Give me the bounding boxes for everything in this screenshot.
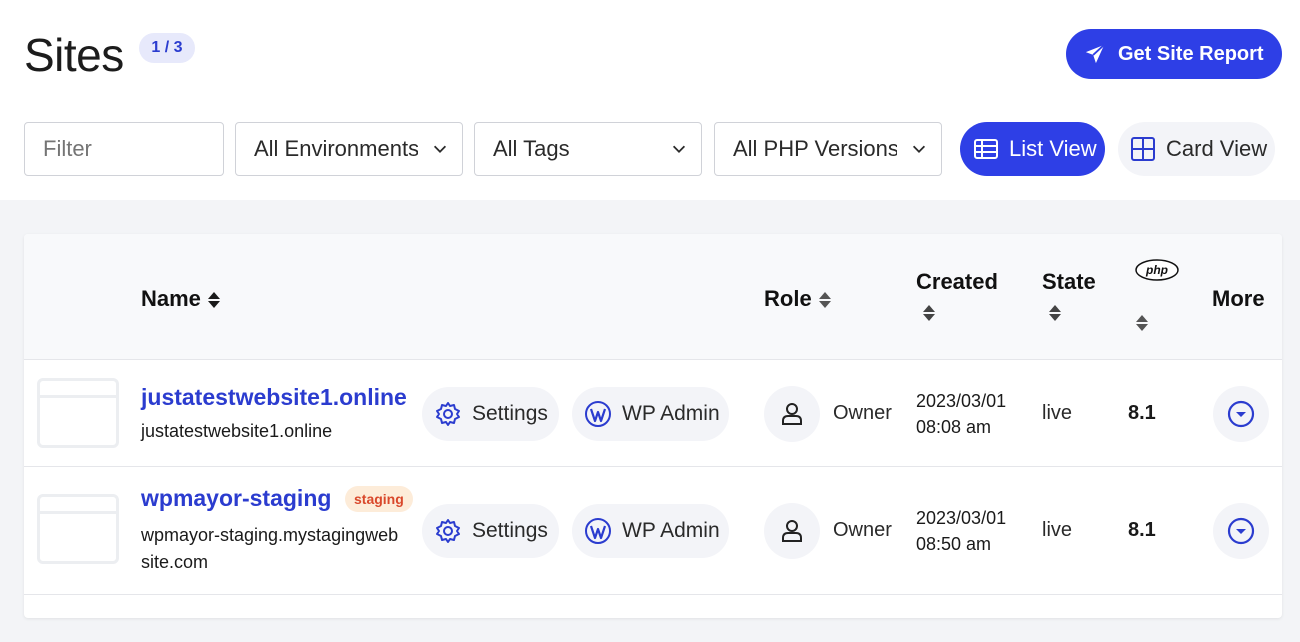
state-text: live xyxy=(1042,519,1073,541)
column-header-name[interactable]: Name xyxy=(141,286,221,312)
sort-icon xyxy=(208,292,221,309)
filter-input[interactable] xyxy=(24,122,224,176)
column-header-state[interactable]: State xyxy=(1042,269,1096,323)
php-version: 8.1 xyxy=(1128,519,1156,541)
column-state-label: State xyxy=(1042,269,1096,294)
chevron-down-circle-icon xyxy=(1227,400,1255,428)
settings-button[interactable]: Settings xyxy=(422,504,559,558)
table-header: Name Role Created State php More xyxy=(24,234,1282,360)
paper-plane-icon xyxy=(1085,44,1105,64)
site-name-link[interactable]: justatestwebsite1.online xyxy=(141,384,407,411)
column-created-label: Created xyxy=(916,269,998,294)
chevron-down-circle-icon xyxy=(1227,517,1255,545)
table-icon xyxy=(974,139,998,159)
column-header-role[interactable]: Role xyxy=(764,286,832,312)
more-button[interactable] xyxy=(1213,386,1269,442)
get-site-report-button[interactable]: Get Site Report xyxy=(1066,29,1282,79)
site-domain: justatestwebsite1.online xyxy=(141,421,333,441)
column-role-label: Role xyxy=(764,286,812,311)
created-date: 2023/03/01 08:08 am xyxy=(916,388,1006,440)
tags-select[interactable]: All Tags xyxy=(474,122,702,176)
column-name-label: Name xyxy=(141,286,201,311)
list-view-label: List View xyxy=(1009,136,1097,161)
php-logo-text: php xyxy=(1145,263,1168,277)
wp-admin-label: WP Admin xyxy=(622,519,720,542)
chevron-down-icon xyxy=(418,140,462,158)
wordpress-icon xyxy=(585,401,611,427)
created-date: 2023/03/01 08:50 am xyxy=(916,505,1006,557)
role-text: Owner xyxy=(833,402,892,424)
site-count-badge: 1 / 3 xyxy=(139,33,195,63)
created-time-line: 08:08 am xyxy=(916,417,992,437)
gear-icon xyxy=(436,402,460,426)
chevron-down-icon xyxy=(897,140,941,158)
site-domain-line: wpmayor-staging.mystagingweb xyxy=(141,525,399,545)
created-date-line: 2023/03/01 xyxy=(916,508,1007,528)
php-versions-select[interactable]: All PHP Versions xyxy=(714,122,942,176)
site-domain: wpmayor-staging.mystagingweb site.com xyxy=(141,522,426,576)
wp-admin-button[interactable]: WP Admin xyxy=(572,504,729,558)
wordpress-icon xyxy=(585,518,611,544)
created-time-line: 08:50 am xyxy=(916,534,992,554)
staging-badge: staging xyxy=(345,486,413,512)
card-view-label: Card View xyxy=(1166,136,1268,161)
state-text: live xyxy=(1042,402,1073,424)
chevron-down-icon xyxy=(657,140,701,158)
more-button[interactable] xyxy=(1213,503,1269,559)
environments-select[interactable]: All Environments xyxy=(235,122,463,176)
created-date-line: 2023/03/01 xyxy=(916,391,1007,411)
php-logo-icon[interactable]: php xyxy=(1134,258,1180,282)
grid-icon xyxy=(1131,137,1155,161)
sort-icon xyxy=(818,292,831,309)
tags-select-label: All Tags xyxy=(493,136,570,161)
user-icon xyxy=(764,386,820,442)
site-domain-line: site.com xyxy=(141,552,209,572)
column-header-created[interactable]: Created xyxy=(916,269,998,323)
php-versions-select-label: All PHP Versions xyxy=(733,136,897,161)
environments-select-label: All Environments xyxy=(254,136,418,161)
table-row: justatestwebsite1.online justatestwebsit… xyxy=(24,361,1282,467)
page-header: Sites 1 / 3 Get Site Report All Environm… xyxy=(0,0,1300,200)
content-area: Name Role Created State php More justate… xyxy=(0,200,1300,642)
settings-label: Settings xyxy=(472,519,548,542)
gear-icon xyxy=(436,519,460,543)
role-text: Owner xyxy=(833,519,892,541)
site-thumbnail[interactable] xyxy=(37,378,119,448)
settings-button[interactable]: Settings xyxy=(422,387,559,441)
get-site-report-label: Get Site Report xyxy=(1118,42,1264,65)
site-name-link[interactable]: wpmayor-staging xyxy=(141,485,331,512)
site-thumbnail[interactable] xyxy=(37,494,119,564)
column-header-more: More xyxy=(1212,286,1265,311)
sort-icon xyxy=(923,305,935,322)
settings-label: Settings xyxy=(472,402,548,425)
wp-admin-label: WP Admin xyxy=(622,402,720,425)
page-title: Sites xyxy=(24,29,124,81)
sort-icon xyxy=(1049,305,1061,322)
wp-admin-button[interactable]: WP Admin xyxy=(572,387,729,441)
card-view-button[interactable]: Card View xyxy=(1118,122,1275,176)
sort-icon[interactable] xyxy=(1135,313,1149,333)
user-icon xyxy=(764,503,820,559)
list-view-button[interactable]: List View xyxy=(960,122,1105,176)
sites-table: Name Role Created State php More justate… xyxy=(24,234,1282,618)
table-row: wpmayor-staging staging wpmayor-staging.… xyxy=(24,467,1282,595)
php-version: 8.1 xyxy=(1128,402,1156,424)
